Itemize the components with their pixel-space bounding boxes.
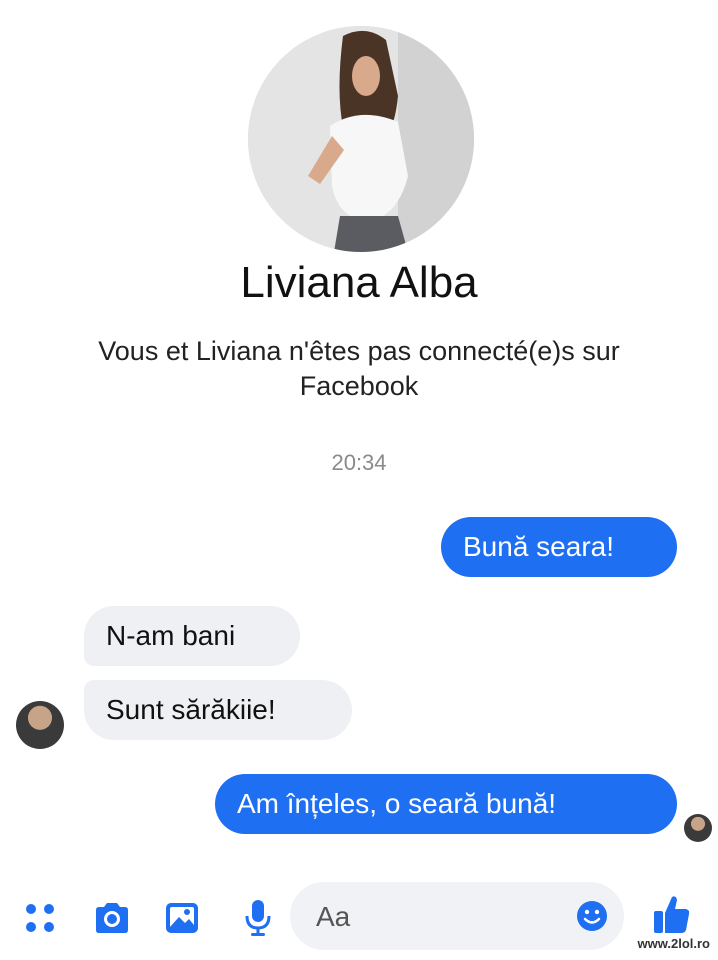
message-bubble-incoming[interactable]: Sunt sărăkiie! <box>84 680 352 740</box>
connection-notice: Vous et Liviana n'êtes pas connecté(e)s … <box>98 336 620 401</box>
message-input[interactable] <box>314 882 558 952</box>
emoji-icon[interactable] <box>576 900 608 932</box>
gallery-icon[interactable] <box>160 896 204 940</box>
seen-indicator-avatar <box>684 814 712 842</box>
thumbs-up-icon[interactable] <box>650 892 694 936</box>
message-bubble-outgoing[interactable]: Bună seara! <box>441 517 677 577</box>
contact-name: Liviana Alba <box>240 258 478 307</box>
message-bubble-outgoing[interactable]: Am înțeles, o seară bună! <box>215 774 677 834</box>
message-composer[interactable] <box>290 882 624 952</box>
microphone-icon[interactable] <box>236 896 280 940</box>
message-bubble-incoming[interactable]: N-am bani <box>84 606 300 666</box>
profile-avatar[interactable] <box>248 26 474 252</box>
sender-avatar[interactable] <box>16 701 64 749</box>
watermark: www.2lol.ro <box>637 936 710 951</box>
profile-photo <box>248 26 474 252</box>
camera-icon[interactable] <box>90 896 134 940</box>
menu-dots-icon[interactable] <box>18 896 62 940</box>
message-timestamp: 20:34 <box>331 450 387 475</box>
